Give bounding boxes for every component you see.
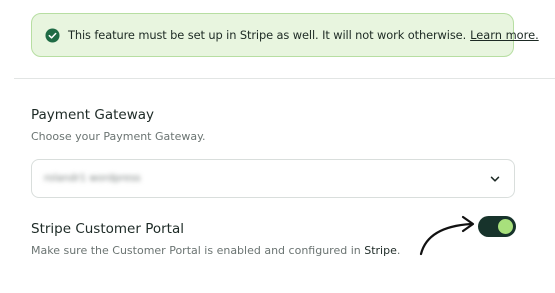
customer-portal-toggle[interactable] <box>478 216 516 237</box>
stripe-link[interactable]: Stripe <box>364 244 397 257</box>
learn-more-link[interactable]: Learn more. <box>470 28 539 42</box>
settings-page: This feature must be set up in Stripe as… <box>0 0 555 293</box>
payment-gateway-description: Choose your Payment Gateway. <box>31 130 206 143</box>
customer-portal-description-text: Make sure the Customer Portal is enabled… <box>31 244 361 257</box>
payment-gateway-selected-value: rolandr1 wordpress <box>44 173 141 184</box>
curved-arrow-icon <box>419 215 475 256</box>
customer-portal-title: Stripe Customer Portal <box>31 221 184 237</box>
payment-gateway-select[interactable]: rolandr1 wordpress <box>31 159 515 198</box>
customer-portal-description: Make sure the Customer Portal is enabled… <box>31 244 400 257</box>
stripe-notice-banner: This feature must be set up in Stripe as… <box>31 13 539 57</box>
customer-portal-description-suffix: . <box>396 244 401 257</box>
section-divider <box>14 78 555 79</box>
payment-gateway-title: Payment Gateway <box>31 107 155 123</box>
toggle-knob <box>498 219 513 234</box>
check-circle-icon <box>45 27 60 43</box>
chevron-down-icon <box>490 176 500 182</box>
notice-text: This feature must be set up in Stripe as… <box>68 28 467 42</box>
